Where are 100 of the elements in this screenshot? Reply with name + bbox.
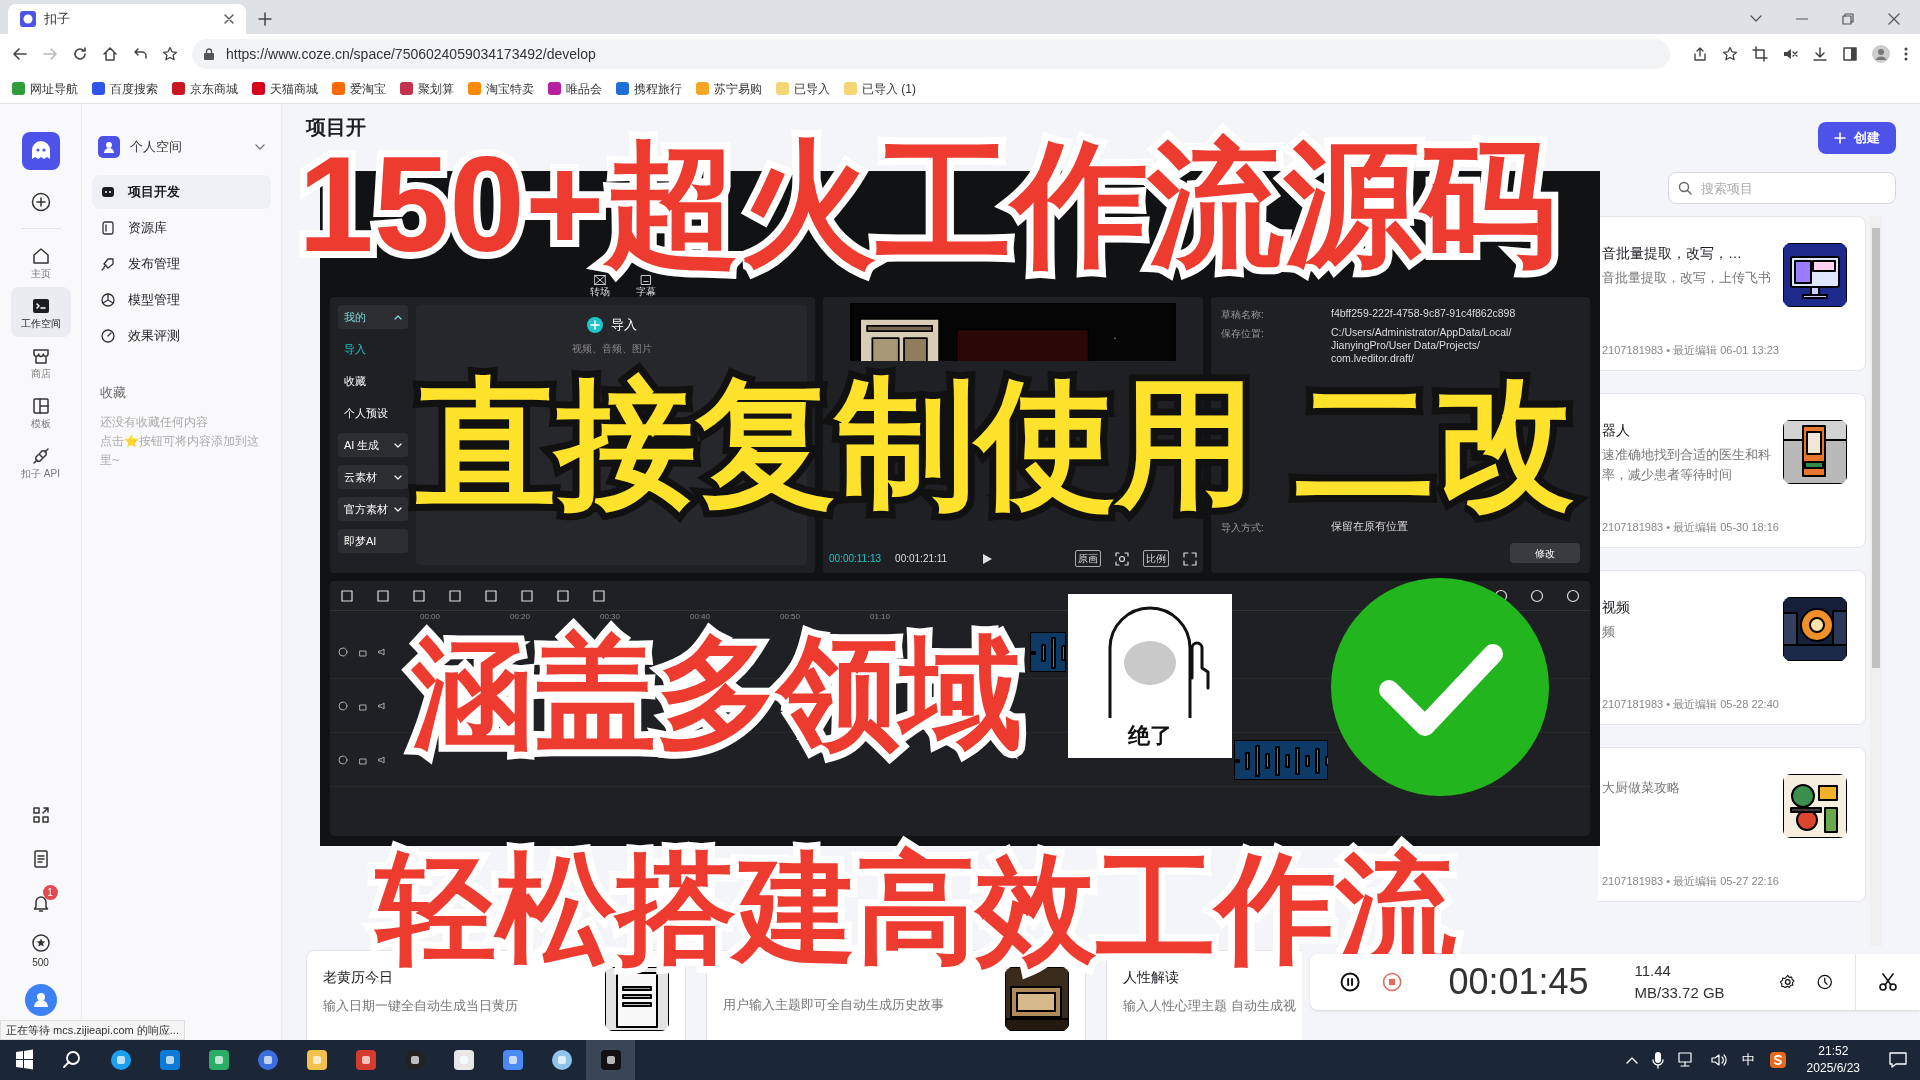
sidebar-icon[interactable] — [1842, 46, 1858, 62]
bookmark-item[interactable]: 天猫商城 — [252, 79, 318, 98]
address-field[interactable]: https://www.coze.cn/space/7506024059034173492/develop — [192, 39, 1670, 69]
media-nav-item[interactable]: 导入 — [338, 337, 408, 361]
tab-search-icon[interactable] — [1750, 15, 1762, 23]
close-icon[interactable] — [1888, 13, 1900, 25]
mute-icon[interactable] — [1782, 46, 1798, 62]
nav-item[interactable]: 模型管理 — [92, 283, 271, 317]
media-nav-item[interactable]: 云素材 — [338, 465, 408, 489]
bookmark-item[interactable]: 爱淘宝 — [332, 79, 386, 98]
nav-item[interactable]: 资源库 — [92, 211, 271, 245]
volume-icon[interactable] — [1709, 1052, 1728, 1068]
nav-item[interactable]: 发布管理 — [92, 247, 271, 281]
app-logo-icon — [20, 11, 36, 27]
ime-indicator[interactable]: 中 — [1741, 1050, 1755, 1070]
coin-icon[interactable] — [30, 933, 51, 953]
import-button[interactable]: 导入 — [586, 315, 637, 335]
scrollbar[interactable] — [1870, 216, 1882, 946]
search-field[interactable]: 搜索项目 — [1668, 172, 1896, 204]
empty-message: 点击⭐按钮可将内容添加到这里~ — [100, 432, 260, 469]
back-icon[interactable] — [12, 46, 28, 62]
fit-icon[interactable] — [1115, 551, 1129, 566]
new-tab-icon[interactable] — [258, 12, 272, 26]
rocket-icon — [100, 256, 116, 272]
card-description: 率，减少患者等待时间 — [1602, 466, 1733, 484]
share-icon[interactable] — [1692, 46, 1708, 62]
project-card[interactable]: 大厨做菜攻略 2107181983 • 最近编辑 05-27 22:16 — [1598, 747, 1866, 902]
input-method-icon[interactable] — [1768, 1051, 1787, 1069]
meme-caption: 绝了 — [1128, 722, 1172, 750]
card-description: 速准确地找到合适的医生和科 — [1602, 446, 1772, 464]
preview-button[interactable]: 比例 — [1143, 550, 1169, 567]
star-icon[interactable] — [1722, 46, 1738, 62]
scissors-icon[interactable] — [1878, 972, 1898, 992]
media-nav-item[interactable]: 我的 — [338, 305, 408, 329]
chevron-down-icon — [394, 442, 402, 448]
gauge-icon — [100, 328, 116, 344]
project-card[interactable]: 视频 频 2107181983 • 最近编辑 05-28 22:40 — [1598, 570, 1866, 725]
download-icon[interactable] — [1812, 46, 1828, 62]
tool-button[interactable]: 字幕 — [636, 274, 656, 297]
profile-icon[interactable] — [1872, 45, 1890, 63]
audio-clip[interactable] — [1030, 631, 1066, 672]
property-value: com.lveditor.draft/ — [1331, 352, 1415, 365]
card-title: 视频 — [1602, 598, 1631, 617]
bookmark-item[interactable]: 百度搜索 — [92, 79, 158, 98]
restore-icon[interactable] — [1842, 13, 1854, 25]
property-value: C:/Users/Administrator/AppData/Local/ — [1331, 326, 1512, 339]
audio-clip[interactable] — [1234, 739, 1328, 780]
rail-item[interactable]: 模板 — [10, 387, 71, 437]
tool-button[interactable]: 转场 — [590, 274, 610, 297]
media-nav-item[interactable]: AI 生成 — [338, 433, 408, 457]
menu-icon[interactable] — [1904, 46, 1908, 62]
project-card[interactable]: 器人 速准确地找到合适的医生和科 率，减少患者等待时间 2107181983 • 最近编辑 05-30 18:16 — [1598, 393, 1866, 548]
history-icon[interactable] — [1817, 972, 1833, 992]
bookmark-item[interactable]: 已导入 — [776, 79, 830, 98]
nav-item[interactable]: 项目开发 — [92, 175, 271, 209]
microphone-icon[interactable] — [1651, 1051, 1664, 1069]
media-nav-item[interactable]: 即梦AI — [338, 529, 408, 553]
play-icon[interactable] — [981, 552, 994, 565]
home-icon[interactable] — [102, 46, 118, 62]
rail-item[interactable]: 工作空间 — [10, 287, 71, 337]
bookmark-item[interactable]: 淘宝特卖 — [468, 79, 534, 98]
close-icon[interactable] — [224, 14, 234, 24]
modify-button[interactable]: 修改 — [1510, 543, 1580, 563]
apps-icon[interactable] — [30, 805, 51, 825]
speaker-icon[interactable] — [378, 700, 388, 711]
space-selector[interactable]: 个人空间 — [92, 131, 271, 163]
bookmark-item[interactable]: 携程旅行 — [616, 79, 682, 98]
chevron-down-icon — [394, 506, 402, 512]
bookmark-item[interactable]: 唯品会 — [548, 79, 602, 98]
rail-item[interactable]: 主页 — [10, 237, 71, 287]
add-icon[interactable] — [30, 192, 51, 212]
clock[interactable]: 21:52 2025/6/23 — [1800, 1043, 1866, 1077]
media-nav-item[interactable]: 收藏 — [338, 369, 408, 393]
nav-item[interactable]: 效果评测 — [92, 319, 271, 353]
project-card[interactable]: 音批量提取，改写，… 音批量提取，改写，上传飞书 2107181983 • 最近编辑 06-01 13:23 — [1598, 216, 1866, 371]
reload-icon[interactable] — [72, 46, 88, 62]
bookmark-item[interactable]: 聚划算 — [400, 79, 454, 98]
speaker-icon[interactable] — [378, 646, 388, 657]
speaker-icon[interactable] — [378, 754, 388, 765]
preview-button[interactable]: 原画 — [1075, 550, 1101, 567]
user-icon — [98, 136, 120, 158]
bookmark-star-icon[interactable] — [162, 46, 178, 62]
rail-item[interactable]: 商店 — [10, 337, 71, 387]
bookmark-item[interactable]: 苏宁易购 — [696, 79, 762, 98]
user-avatar-icon[interactable] — [24, 984, 57, 1016]
create-button[interactable]: 创建 — [1818, 122, 1896, 154]
notification-icon[interactable] — [1888, 1051, 1908, 1069]
card-description: 频 — [1602, 623, 1616, 641]
bookmark-item[interactable]: 京东商城 — [172, 79, 238, 98]
media-nav-item[interactable]: 个人预设 — [338, 401, 408, 425]
bookmark-item[interactable]: 已导入 (1) — [844, 79, 916, 98]
plus-icon — [1834, 132, 1846, 144]
fullscreen-icon[interactable] — [1183, 551, 1197, 566]
chevron-up-icon[interactable] — [1625, 1056, 1638, 1064]
browser-tab[interactable]: 扣子 — [8, 4, 246, 34]
app-logo-icon[interactable] — [21, 132, 60, 170]
bookmark-item[interactable]: 网址导航 — [12, 79, 78, 98]
rail-item[interactable]: 扣子 API — [10, 437, 71, 487]
check-circle-icon — [1331, 578, 1549, 796]
media-nav-item[interactable]: 官方素材 — [338, 497, 408, 521]
